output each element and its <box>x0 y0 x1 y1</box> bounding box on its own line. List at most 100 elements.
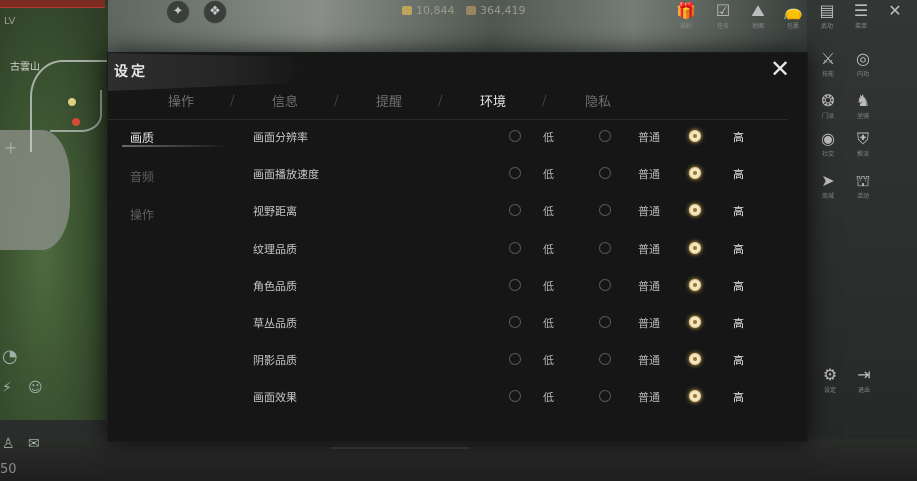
ring-button[interactable]: ◉ 社交 <box>813 129 843 159</box>
radio-button[interactable] <box>509 316 521 328</box>
swirl-button[interactable]: ◎ 内功 <box>848 50 878 79</box>
option-label[interactable]: 高 <box>733 241 744 257</box>
radio-button[interactable] <box>599 167 611 180</box>
option-label[interactable]: 高 <box>733 352 744 368</box>
setting-row: 纹理品质 低 普通 高 <box>253 239 773 259</box>
radio-button[interactable] <box>509 353 521 366</box>
tab-4[interactable]: 环境 <box>480 91 506 110</box>
radio-button[interactable] <box>689 167 701 180</box>
setting-label: 角色品质 <box>253 279 297 293</box>
tabs-divider <box>108 119 788 120</box>
option-label[interactable]: 低 <box>543 203 554 219</box>
skill-button[interactable]: ⚔ 技能 <box>813 50 843 79</box>
signal-icon[interactable]: ◔ <box>2 346 18 367</box>
option-label[interactable]: 高 <box>733 166 744 182</box>
radio-button[interactable] <box>509 167 521 180</box>
settings-gear-button[interactable]: ⚙ 设定 <box>815 365 845 395</box>
radio-button[interactable] <box>599 278 611 291</box>
radio-button[interactable] <box>599 353 611 366</box>
bag-icon: 👝 <box>783 1 803 20</box>
map-button[interactable]: ⛰ 地图 <box>743 2 773 31</box>
radio-button[interactable] <box>689 278 701 291</box>
radio-button[interactable] <box>599 130 611 142</box>
icon-label: 门派 <box>821 113 834 120</box>
radio-button[interactable] <box>509 130 521 142</box>
option-label[interactable]: 低 <box>543 315 554 331</box>
shield-button[interactable]: ⛨ 帮派 <box>848 130 878 159</box>
radio-button[interactable] <box>599 316 611 328</box>
book-button[interactable]: ▤ 武功 <box>812 2 842 31</box>
option-label[interactable]: 普通 <box>638 203 660 219</box>
event-icon[interactable]: ❖ <box>203 0 227 24</box>
logout-button[interactable]: ⇥ 退出 <box>849 365 879 395</box>
radio-button[interactable] <box>689 130 701 142</box>
category-item[interactable]: 画质 <box>130 129 154 146</box>
radio-button[interactable] <box>509 204 521 217</box>
friend-icon[interactable]: ♙ <box>2 436 15 452</box>
zoom-in-icon[interactable]: + <box>4 138 17 157</box>
radio-button[interactable] <box>689 204 701 217</box>
currency-silver: 10,844 <box>402 4 455 17</box>
menu-button[interactable]: ☰ 菜单 <box>846 2 876 31</box>
people-button[interactable]: ⛫ 活动 <box>848 172 878 201</box>
dialog-title: 设定 <box>114 64 148 80</box>
level-text: LV <box>4 16 16 27</box>
tab-2[interactable]: 信息 <box>272 91 298 110</box>
radio-button[interactable] <box>689 390 701 403</box>
chat-icon[interactable]: ✉ <box>28 436 40 452</box>
tab-5[interactable]: 隐私 <box>585 91 611 110</box>
gold-icon <box>466 6 476 15</box>
radio-button[interactable] <box>599 241 611 254</box>
option-label[interactable]: 低 <box>543 241 554 257</box>
currency-silver-value: 10,844 <box>416 4 455 17</box>
radio-button[interactable] <box>599 390 611 403</box>
option-label[interactable]: 普通 <box>638 352 660 368</box>
option-label[interactable]: 普通 <box>638 278 660 294</box>
tab-separator: / <box>438 93 443 109</box>
arrow-button[interactable]: ➤ 商城 <box>813 172 843 201</box>
option-label[interactable]: 低 <box>543 389 554 405</box>
option-label[interactable]: 低 <box>543 352 554 368</box>
quest-button[interactable]: ☑ 任务 <box>708 2 738 31</box>
close-x-button[interactable]: ✕ <box>880 2 910 20</box>
setting-row: 画面分辨率 低 普通 高 <box>253 127 773 147</box>
radio-button[interactable] <box>689 353 701 366</box>
option-label[interactable]: 低 <box>543 278 554 294</box>
close-button[interactable]: ✕ <box>768 57 792 82</box>
radio-button[interactable] <box>509 390 521 403</box>
active-category-highlight <box>122 145 226 147</box>
radio-button[interactable] <box>689 316 701 328</box>
buff-icon[interactable]: ✦ <box>166 0 190 24</box>
option-label[interactable]: 高 <box>733 278 744 294</box>
gift-button[interactable]: 🎁 福利 <box>671 2 701 31</box>
category-item[interactable]: 音频 <box>130 168 154 185</box>
option-label[interactable]: 高 <box>733 203 744 219</box>
option-label[interactable]: 高 <box>733 389 744 405</box>
category-item[interactable]: 操作 <box>130 206 154 223</box>
radio-button[interactable] <box>509 241 521 254</box>
wheel-button[interactable]: ❂ 门派 <box>813 92 843 121</box>
option-label[interactable]: 低 <box>543 166 554 182</box>
radio-button[interactable] <box>509 278 521 291</box>
bag-button[interactable]: 👝 包裹 <box>778 1 808 31</box>
option-label[interactable]: 普通 <box>638 389 660 405</box>
team-icon[interactable]: ☺ <box>28 380 43 396</box>
logout-icon: ⇥ <box>857 365 871 384</box>
icon-label: 包裹 <box>786 23 799 30</box>
settings-gear-icon: ⚙ <box>822 365 838 384</box>
radio-button[interactable] <box>689 241 701 254</box>
auto-path-icon[interactable]: ⚡ <box>2 380 12 396</box>
option-label[interactable]: 普通 <box>638 241 660 257</box>
ring-icon: ◉ <box>821 129 835 148</box>
option-label[interactable]: 普通 <box>638 315 660 331</box>
tab-3[interactable]: 提醒 <box>376 91 402 110</box>
option-label[interactable]: 普通 <box>638 129 660 145</box>
option-label[interactable]: 普通 <box>638 166 660 182</box>
option-label[interactable]: 高 <box>733 129 744 145</box>
icon-label: 退出 <box>857 387 870 394</box>
dragon-button[interactable]: ♞ 坐骑 <box>848 92 878 121</box>
option-label[interactable]: 低 <box>543 129 554 145</box>
option-label[interactable]: 高 <box>733 315 744 331</box>
tab-1[interactable]: 操作 <box>168 91 194 110</box>
radio-button[interactable] <box>599 204 611 217</box>
